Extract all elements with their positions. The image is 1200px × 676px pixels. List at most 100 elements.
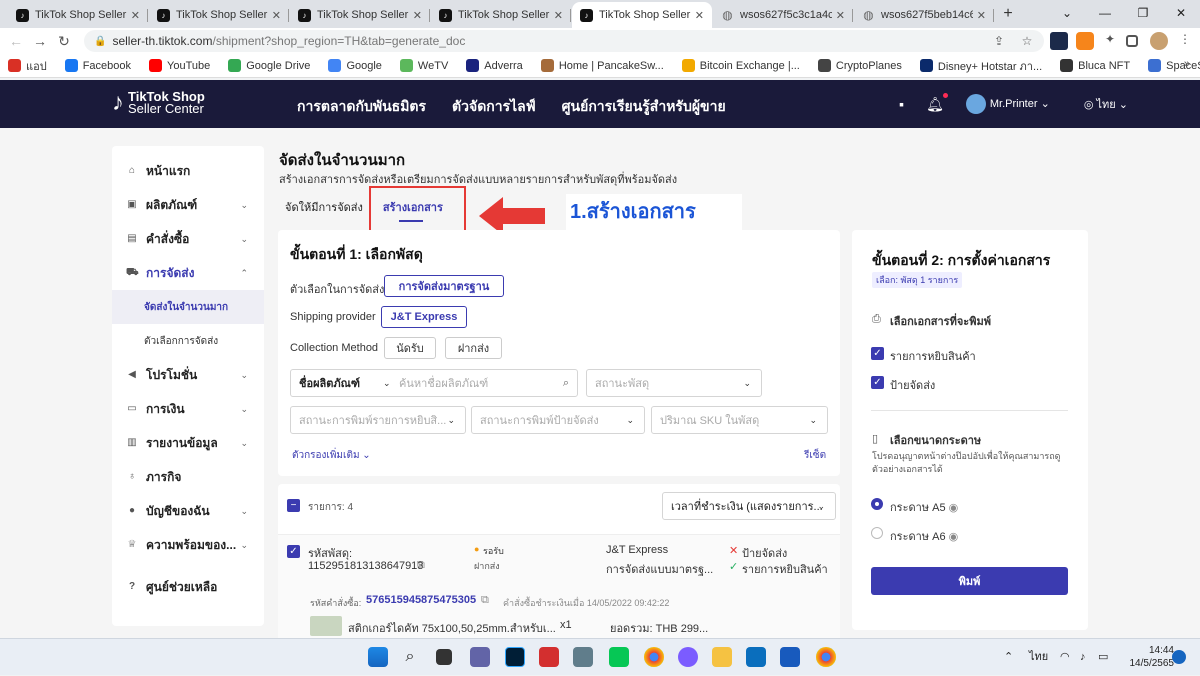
- sidebar-sub-bulk-ship[interactable]: จัดส่งในจำนวนมาก: [112, 290, 264, 324]
- search-icon[interactable]: ⌕: [400, 647, 420, 667]
- sku-qty-select[interactable]: ปริมาณ SKU ในพัสดุ ⌄: [651, 406, 828, 434]
- url-bar[interactable]: 🔒 seller-th.tiktok.com/shipment?shop_reg…: [84, 30, 1044, 52]
- browser-tab-1[interactable]: ♪ TikTok Shop Seller Cen ✕: [8, 2, 148, 28]
- bell-icon[interactable]: 🔔︎: [926, 92, 948, 113]
- line-app-icon[interactable]: [609, 647, 629, 667]
- maximize-button[interactable]: ❐: [1124, 0, 1162, 26]
- tab-close-icon[interactable]: ✕: [272, 9, 281, 22]
- back-button[interactable]: ←: [4, 33, 28, 49]
- doc-picklist-checkbox[interactable]: ✓: [871, 347, 884, 360]
- camera-app-icon[interactable]: [539, 647, 559, 667]
- notification-icon[interactable]: [1172, 650, 1186, 664]
- paper-a5-radio[interactable]: [871, 498, 883, 510]
- system-clock[interactable]: 14:44 14/5/2565: [1130, 644, 1175, 670]
- reset-link[interactable]: รีเซ็ต: [804, 448, 826, 463]
- collection-dropoff[interactable]: ฝากส่ง: [445, 337, 502, 359]
- photoshop-icon[interactable]: [505, 647, 525, 667]
- paper-a6-radio[interactable]: [871, 527, 883, 539]
- sidebar-item-11[interactable]: ? ศูนย์ช่วยเหลือ: [112, 570, 264, 604]
- sidebar-item-10[interactable]: ♕ ความพร้อมของ... ⌄: [112, 528, 264, 562]
- eye-icon[interactable]: ◉: [949, 502, 959, 514]
- bookmark-13[interactable]: SpaceSIPGame: [1148, 59, 1200, 72]
- bookmark-4[interactable]: Google Drive: [228, 59, 310, 72]
- bookmark-star-icon[interactable]: ☆: [1018, 32, 1036, 50]
- extensions-puzzle-icon[interactable]: ✦: [1101, 32, 1119, 50]
- bookmark-12[interactable]: Bluca NFT: [1060, 59, 1130, 72]
- bookmark-5[interactable]: Google: [328, 59, 382, 72]
- shipping-option-standard[interactable]: การจัดส่งมาตรฐาน: [384, 275, 504, 297]
- reload-button[interactable]: ↻: [52, 33, 76, 50]
- bookmark-11[interactable]: Disney+ Hotstar ภา...: [919, 57, 1042, 75]
- nav-live-manager[interactable]: ตัวจัดการไลฟ์: [452, 96, 536, 118]
- parcel-status-select[interactable]: สถานะพัสดุ ⌄: [586, 369, 762, 397]
- sidebar-icon[interactable]: [1126, 35, 1138, 47]
- wifi-icon[interactable]: ◠: [1060, 639, 1070, 676]
- nav-affiliate[interactable]: การตลาดกับพันธมิตร: [297, 96, 426, 118]
- tab-close-icon[interactable]: ✕: [695, 9, 704, 22]
- parcel-checkbox[interactable]: ✓: [287, 545, 300, 558]
- minimize-button[interactable]: —: [1086, 0, 1124, 26]
- tab-close-icon[interactable]: ✕: [977, 9, 986, 22]
- sidebar-item-9[interactable]: ● บัญชีของฉัน ⌄: [112, 494, 264, 528]
- tab-close-icon[interactable]: ✕: [554, 9, 563, 22]
- collection-pickup[interactable]: นัดรับ: [384, 337, 436, 359]
- paper-a5-option[interactable]: กระดาษ A5 ◉: [890, 498, 958, 516]
- nav-learning-center[interactable]: ศูนย์การเรียนรู้สำหรับผู้ขาย: [562, 96, 726, 118]
- sidebar-sub-shipping-options[interactable]: ตัวเลือกการจัดส่ง: [112, 324, 264, 358]
- order-id-link[interactable]: 576515945875475305: [366, 594, 476, 606]
- copy-icon[interactable]: ⧉: [481, 594, 489, 607]
- metamask-icon[interactable]: [1076, 32, 1094, 50]
- profile-avatar[interactable]: [1150, 32, 1168, 50]
- windows-start-icon[interactable]: [368, 647, 388, 667]
- chrome-icon[interactable]: [644, 647, 664, 667]
- bookmark-8[interactable]: Home | PancakeSw...: [540, 59, 664, 72]
- product-name-select[interactable]: ชื่อผลิตภัณฑ์: [299, 374, 360, 392]
- teams-chat-icon[interactable]: [470, 647, 490, 667]
- sort-select[interactable]: เวลาที่ชำระเงิน (แสดงรายการ... ⌄: [662, 492, 836, 520]
- label-status-select[interactable]: สถานะการพิมพ์ป้ายจัดส่ง ⌄: [471, 406, 645, 434]
- sidebar-item-3[interactable]: ▤ คำสั่งซื้อ ⌄: [112, 222, 264, 256]
- share-icon[interactable]: ⇪: [990, 32, 1008, 50]
- search-icon[interactable]: ⌕: [563, 377, 569, 390]
- copy-icon[interactable]: ⧉: [417, 559, 425, 572]
- browser-tab-7[interactable]: ◍ wsos627f5beb14c60b ✕: [854, 2, 994, 28]
- forward-button[interactable]: →: [28, 33, 52, 49]
- battery-icon[interactable]: ▭: [1098, 639, 1108, 676]
- tray-language[interactable]: ไทย: [1029, 639, 1048, 676]
- print-button[interactable]: พิมพ์: [871, 567, 1068, 595]
- tab-close-icon[interactable]: ✕: [836, 9, 845, 22]
- bookmark-2[interactable]: Facebook: [64, 59, 131, 72]
- tab-arrange-shipment[interactable]: จัดให้มีการจัดส่ง: [279, 198, 369, 216]
- tab-close-icon[interactable]: ✕: [131, 9, 140, 22]
- browser-tab-3[interactable]: ♪ TikTok Shop Seller Cen ✕: [290, 2, 430, 28]
- bookmark-6[interactable]: WeTV: [399, 59, 448, 72]
- search-input[interactable]: ค้นหาชื่อผลิตภัณฑ์: [399, 374, 488, 392]
- sidebar-item-5[interactable]: ◀ โปรโมชั่น ⌄: [112, 358, 264, 392]
- calculator-icon[interactable]: [573, 647, 593, 667]
- app-icon[interactable]: [746, 647, 766, 667]
- menu-kebab-icon[interactable]: ⋮: [1176, 32, 1194, 50]
- sidebar-item-2[interactable]: ▣ ผลิตภัณฑ์ ⌄: [112, 188, 264, 222]
- bookmark-9[interactable]: Bitcoin Exchange |...: [681, 59, 800, 72]
- browser-tab-4[interactable]: ♪ TikTok Shop Seller Cen ✕: [431, 2, 571, 28]
- extension-icon-1[interactable]: [1050, 32, 1068, 50]
- user-menu[interactable]: Mr.Printer ⌄: [965, 94, 1050, 114]
- word-icon[interactable]: [780, 647, 800, 667]
- bookmark-3[interactable]: YouTube: [149, 59, 210, 72]
- bookmark-10[interactable]: CryptoPlanes: [817, 59, 902, 72]
- paper-a6-option[interactable]: กระดาษ A6 ◉: [890, 527, 958, 545]
- sidebar-item-6[interactable]: ▭ การเงิน ⌄: [112, 392, 264, 426]
- tiktok-shop-logo[interactable]: ♪ TikTok Shop Seller Center: [112, 90, 205, 115]
- sidebar-item-1[interactable]: ⌂ หน้าแรก: [112, 154, 264, 188]
- volume-icon[interactable]: ♪: [1080, 639, 1086, 676]
- file-explorer-icon[interactable]: [712, 647, 732, 667]
- select-all-checkbox[interactable]: −: [287, 499, 300, 512]
- eye-icon[interactable]: ◉: [949, 531, 959, 543]
- tray-chevron-icon[interactable]: ⌃: [1004, 639, 1013, 676]
- tab-search-icon[interactable]: ⌄: [1048, 0, 1086, 26]
- more-bookmarks-icon[interactable]: »: [1184, 58, 1190, 70]
- chat-icon[interactable]: ▪: [899, 96, 904, 112]
- more-filters-link[interactable]: ตัวกรองเพิ่มเติม ⌄: [292, 448, 371, 463]
- language-switch[interactable]: ◎ ไทย ⌄: [1084, 95, 1128, 113]
- doc-label-checkbox[interactable]: ✓: [871, 376, 884, 389]
